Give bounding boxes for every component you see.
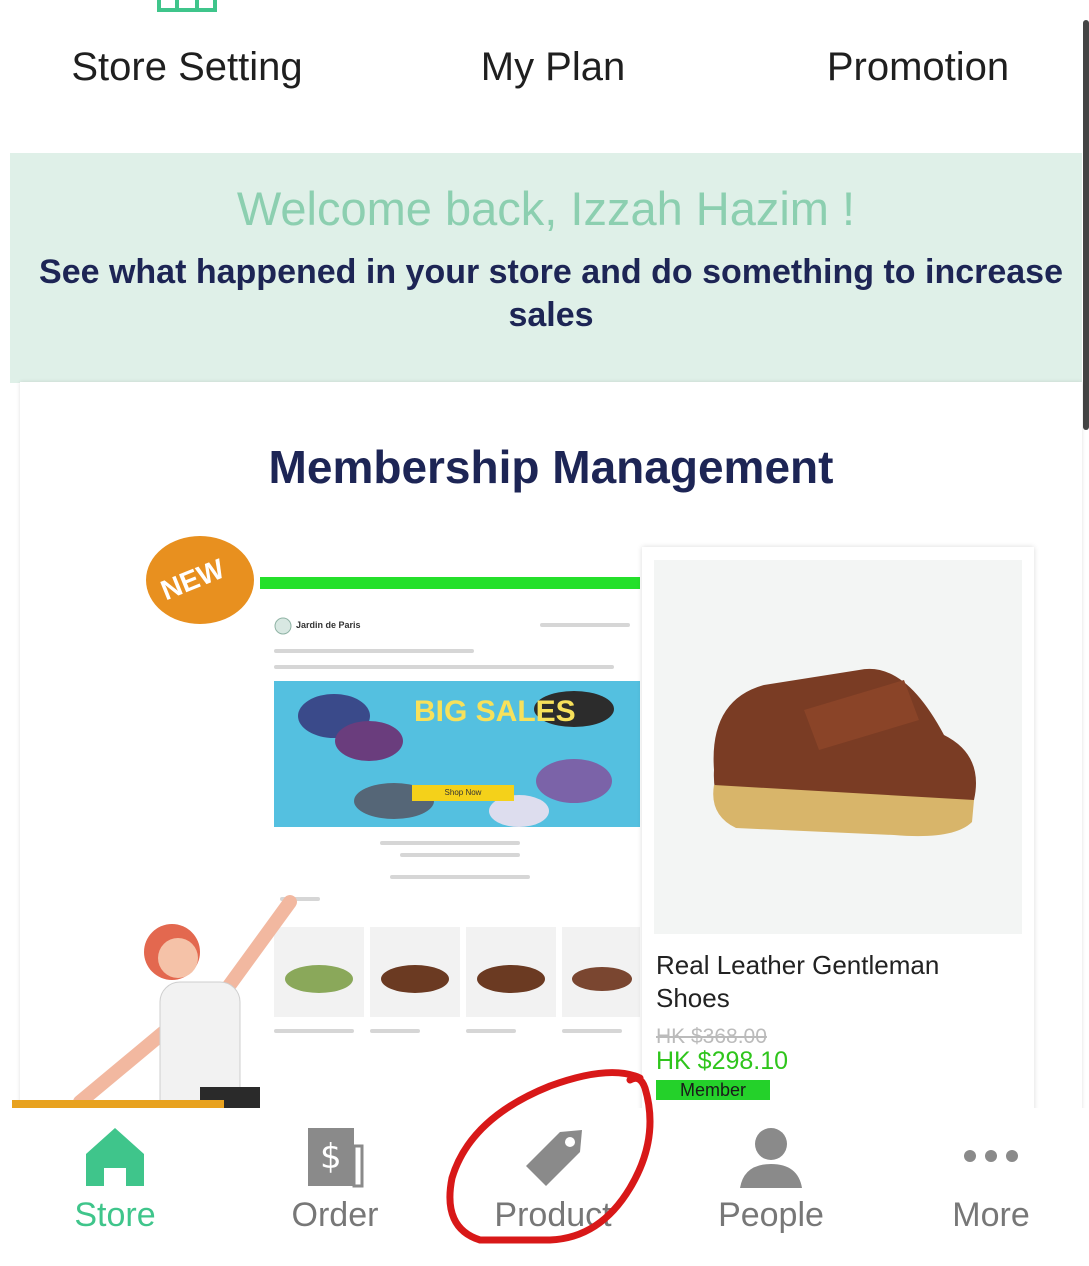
scrollbar[interactable] — [1083, 20, 1089, 430]
preview-topbar — [260, 577, 640, 589]
plan-icon — [513, 0, 593, 20]
store-icon — [157, 0, 217, 12]
tab-order-label: Order — [291, 1196, 379, 1234]
tab-people-label: People — [718, 1196, 824, 1234]
shoe-icon — [381, 965, 449, 993]
receipt-icon: $ — [308, 1128, 364, 1188]
welcome-greeting: Welcome back, Izzah Hazim ! — [236, 182, 856, 235]
new-badge: NEW — [142, 530, 260, 628]
hero-sale-text: BIG SALES — [414, 695, 576, 728]
my-plan-action[interactable]: My Plan — [403, 0, 703, 130]
promotion-action[interactable]: Promotion — [768, 0, 1068, 130]
membership-card[interactable]: Membership Management Jardin de Paris BI… — [20, 382, 1082, 1122]
brand-logo-icon — [274, 617, 292, 635]
preview-product-thumb — [466, 927, 556, 1017]
tab-product[interactable]: Product — [444, 1108, 662, 1266]
person-icon — [740, 1128, 802, 1188]
product-old-price: HK $368.00 — [656, 1025, 767, 1048]
tab-order[interactable]: $ Order — [226, 1108, 444, 1266]
tab-store-label: Store — [74, 1196, 156, 1234]
more-icon — [964, 1150, 1018, 1162]
card-title: Membership Management — [268, 441, 834, 493]
home-icon — [86, 1128, 144, 1186]
product-card[interactable]: Real Leather Gentleman Shoes HK $368.00 … — [642, 547, 1034, 1122]
shoe-icon — [477, 965, 545, 993]
tab-product-label: Product — [494, 1196, 612, 1234]
tab-people[interactable]: People — [662, 1108, 880, 1266]
megaphone-icon — [878, 0, 958, 20]
member-button[interactable]: Member — [656, 1080, 770, 1100]
product-image — [654, 560, 1022, 934]
leather-shoe-icon — [713, 668, 976, 837]
tag-icon — [526, 1130, 582, 1186]
quick-actions-bar: Store Setting My Plan Promotion — [0, 0, 1089, 150]
tab-more[interactable]: More — [882, 1108, 1089, 1266]
promotion-label: Promotion — [826, 45, 1010, 89]
preview-hero-banner: BIG SALES Shop Now — [274, 681, 640, 827]
tab-more-label: More — [952, 1196, 1030, 1234]
preview-product-thumb — [370, 927, 460, 1017]
my-plan-label: My Plan — [480, 45, 626, 89]
product-name: Real Leather Gentleman Shoes — [656, 950, 940, 1013]
shoe-icon — [572, 967, 632, 991]
preview-brand-name: Jardin de Paris — [296, 620, 361, 630]
waving-person-illustration — [73, 895, 297, 1122]
hero-shop-button: Shop Now — [412, 785, 514, 801]
store-setting-label: Store Setting — [71, 45, 303, 89]
svg-text:$: $ — [320, 1137, 342, 1177]
welcome-subtitle: See what happened in your store and do s… — [39, 253, 1063, 334]
active-indicator — [12, 1100, 224, 1108]
bottom-nav: Store $ Order Product People More — [0, 1108, 1089, 1266]
preview-product-thumb — [562, 927, 640, 1017]
product-sale-price: HK $298.10 — [656, 1047, 789, 1075]
tab-store[interactable]: Store — [6, 1108, 224, 1266]
welcome-banner: Welcome back, Izzah Hazim ! See what hap… — [10, 153, 1082, 383]
member-button-label: Member — [680, 1080, 747, 1100]
store-setting-action[interactable]: Store Setting — [37, 0, 337, 130]
